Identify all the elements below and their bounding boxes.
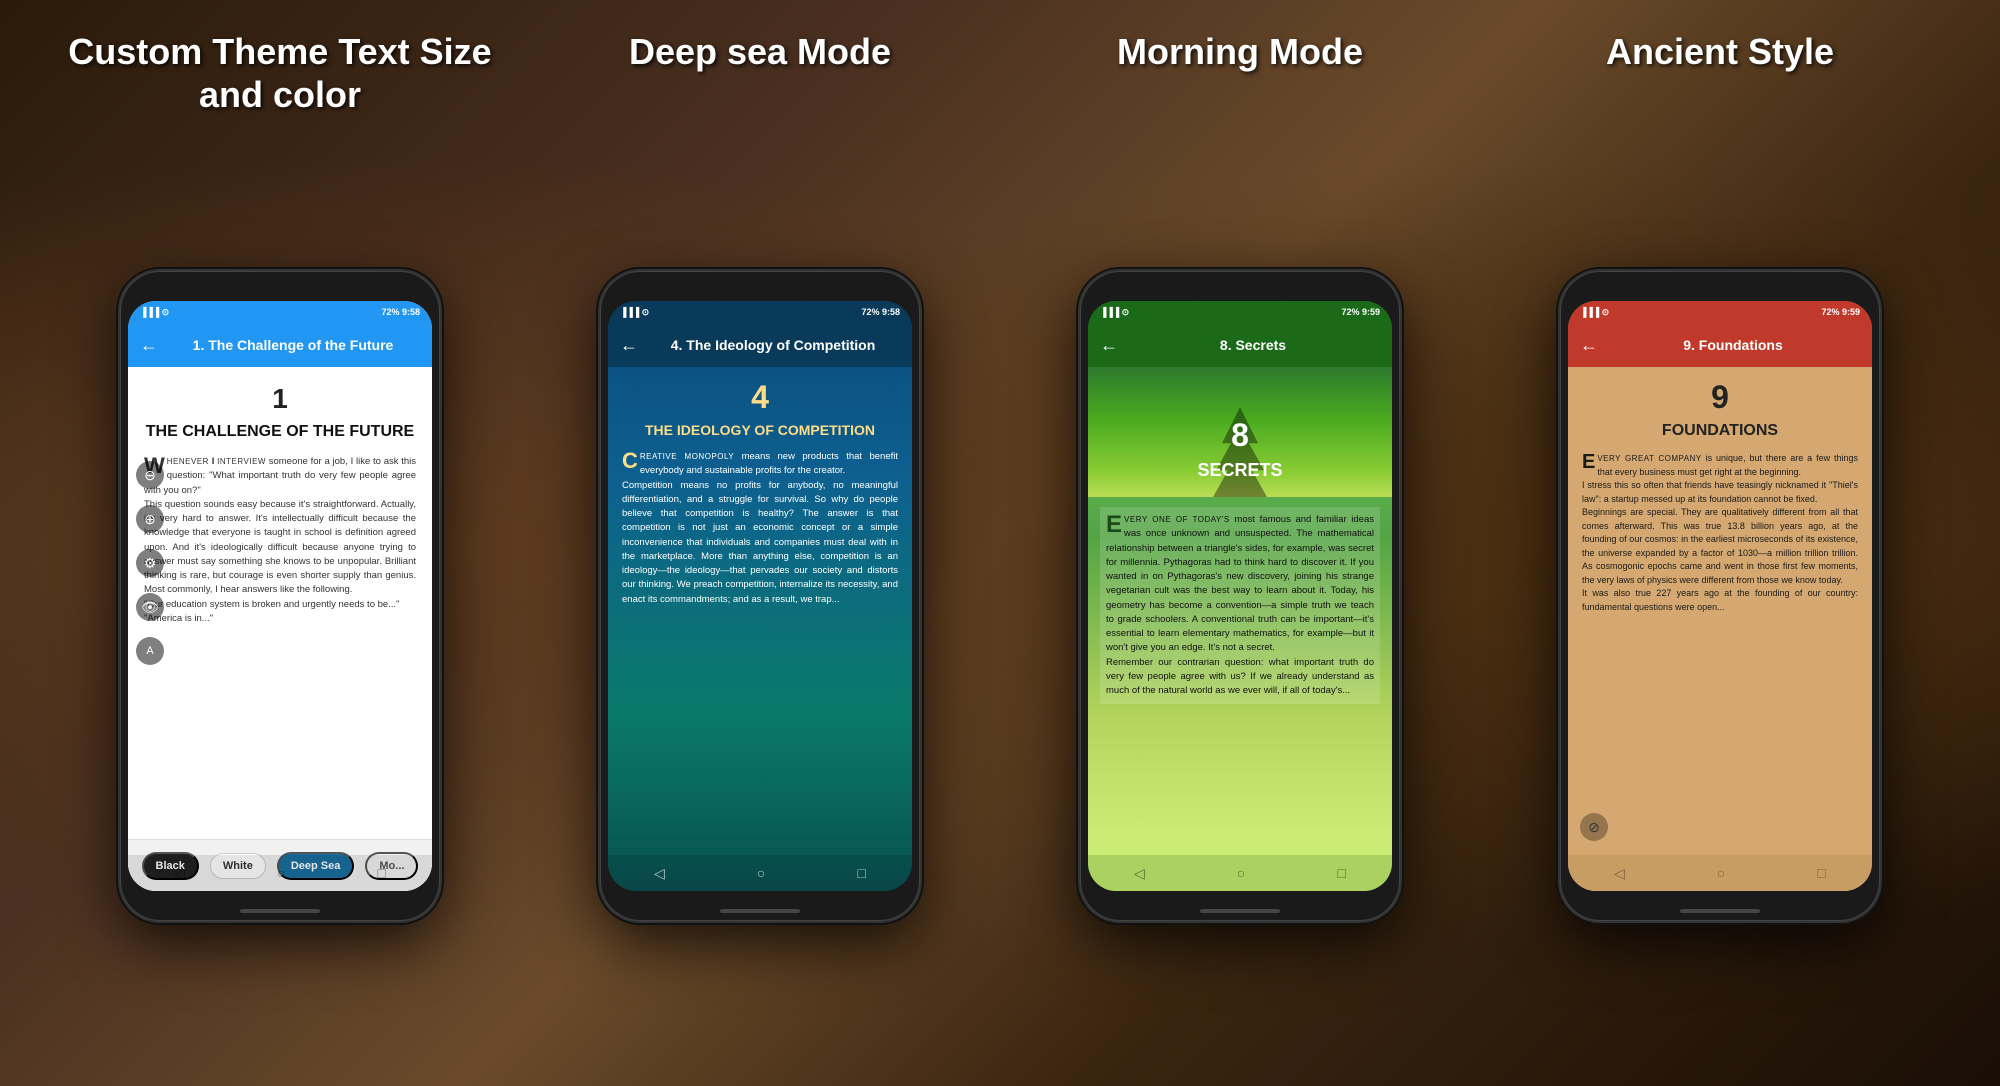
chapter-num-3: 8 — [1150, 417, 1330, 454]
chapter-title-4: FOUNDATIONS — [1582, 422, 1858, 440]
chapter-title-1: THE CHALLENGE OF THE FUTURE — [144, 423, 416, 441]
header-deep-sea: Deep sea Mode — [520, 30, 1000, 116]
tree-image-area: 8 SECRETS — [1088, 367, 1392, 497]
home-nav-icon-4[interactable]: ○ — [1717, 865, 1725, 881]
status-bar-1: ▐▐▐ ⊙ 72% 9:58 — [128, 301, 432, 323]
header-ancient-style: Ancient Style — [1480, 30, 1960, 116]
signal-icons-3: ▐▐▐ ⊙ — [1100, 307, 1129, 318]
back-nav-icon-3[interactable]: ◁ — [1134, 865, 1145, 882]
home-nav-icon-2[interactable]: ○ — [757, 865, 765, 881]
chapter-num-4: 9 — [1582, 379, 1858, 416]
chapter-title-3: SECRETS — [1150, 460, 1330, 481]
home-bar-1 — [240, 909, 320, 913]
app-bar-4: ← 9. Foundations — [1568, 323, 1872, 367]
zoom-out-icon[interactable]: ⊖ — [136, 461, 164, 489]
section-title-2: Deep sea Mode — [520, 30, 1000, 73]
drop-cap-2: C — [622, 450, 638, 472]
home-nav-icon-3[interactable]: ○ — [1237, 865, 1245, 881]
drop-cap-3: E — [1106, 513, 1122, 537]
bottom-nav-2: ◁ ○ □ — [608, 855, 912, 891]
headers-row: Custom Theme Text Size and color Deep se… — [40, 30, 1960, 116]
recents-nav-icon-1[interactable]: □ — [377, 865, 385, 881]
body-text-4: EVERY GREAT COMPANY is unique, but there… — [1582, 452, 1858, 614]
phone-notch-1 — [230, 279, 330, 299]
chapter-num-1: 1 — [144, 383, 416, 415]
body-text-3: EVERY ONE OF TODAY'S most famous and fam… — [1100, 507, 1380, 704]
time-battery-1: 72% 9:58 — [381, 307, 420, 317]
bottom-nav-1: ◁ ○ □ — [128, 855, 432, 891]
phone-deep-sea: ▐▐▐ ⊙ 72% 9:58 ← 4. The Ideology of Comp… — [600, 271, 920, 921]
recents-nav-icon-2[interactable]: □ — [857, 865, 865, 881]
chapter-num-2: 4 — [622, 379, 898, 416]
home-bar-3 — [1200, 909, 1280, 913]
phone-notch-3 — [1190, 279, 1290, 299]
phone-screen-1: ▐▐▐ ⊙ 72% 9:58 ← 1. The Challenge of the… — [128, 301, 432, 891]
signal-icons-2: ▐▐▐ ⊙ — [620, 307, 649, 318]
content-area-4: 9 FOUNDATIONS EVERY GREAT COMPANY is uni… — [1568, 367, 1872, 891]
home-bar-2 — [720, 909, 800, 913]
back-nav-icon-2[interactable]: ◁ — [654, 865, 665, 882]
status-bar-3: ▐▐▐ ⊙ 72% 9:59 — [1088, 301, 1392, 323]
phone-custom-theme: ▐▐▐ ⊙ 72% 9:58 ← 1. The Challenge of the… — [120, 271, 440, 921]
status-bar-4: ▐▐▐ ⊙ 72% 9:59 — [1568, 301, 1872, 323]
back-button-4[interactable]: ← — [1580, 335, 1598, 356]
bottom-nav-3: ◁ ○ □ — [1088, 855, 1392, 891]
time-battery-4: 72% 9:59 — [1821, 307, 1860, 317]
phone-screen-2: ▐▐▐ ⊙ 72% 9:58 ← 4. The Ideology of Comp… — [608, 301, 912, 891]
settings-icon[interactable]: ⚙ — [136, 549, 164, 577]
section-title-1: Custom Theme Text Size and color — [40, 30, 520, 116]
eye-icon[interactable]: 👁 — [136, 593, 164, 621]
section-title-3: Morning Mode — [1000, 30, 1480, 73]
back-button-1[interactable]: ← — [140, 335, 158, 356]
app-bar-3: ← 8. Secrets — [1088, 323, 1392, 367]
zoom-in-icon[interactable]: ⊕ — [136, 505, 164, 533]
status-bar-2: ▐▐▐ ⊙ 72% 9:58 — [608, 301, 912, 323]
phone-ancient-style: ▐▐▐ ⊙ 72% 9:59 ← 9. Foundations 9 FOUNDA… — [1560, 271, 1880, 921]
side-icon-4: ⊘ — [1580, 813, 1608, 841]
back-nav-icon-1[interactable]: ◁ — [174, 865, 185, 882]
home-bar-4 — [1680, 909, 1760, 913]
app-bar-title-2: 4. The Ideology of Competition — [646, 337, 900, 353]
recents-nav-icon-3[interactable]: □ — [1337, 865, 1345, 881]
app-bar-title-3: 8. Secrets — [1126, 337, 1380, 353]
body-text-2: CREATIVE MONOPOLY means new products tha… — [622, 450, 898, 607]
phone-morning-mode: ▐▐▐ ⊙ 72% 9:59 ← 8. Secrets 8 SECRETS — [1080, 271, 1400, 921]
back-button-3[interactable]: ← — [1100, 335, 1118, 356]
recents-nav-icon-4[interactable]: □ — [1817, 865, 1825, 881]
app-bar-1: ← 1. The Challenge of the Future — [128, 323, 432, 367]
body-text-1: WHENEVER I INTERVIEW someone for a job, … — [144, 455, 416, 626]
content-area-2: 4 THE IDEOLOGY OF COMPETITION CREATIVE M… — [608, 367, 912, 891]
back-button-2[interactable]: ← — [620, 335, 638, 356]
phone-notch-2 — [710, 279, 810, 299]
back-nav-icon-4[interactable]: ◁ — [1614, 865, 1625, 882]
bottom-nav-4: ◁ ○ □ — [1568, 855, 1872, 891]
signal-icons-1: ▐▐▐ ⊙ — [140, 307, 169, 318]
phones-row: ▐▐▐ ⊙ 72% 9:58 ← 1. The Challenge of the… — [40, 136, 1960, 1056]
side-controls-1: ⊖ ⊕ ⚙ 👁 A — [136, 461, 164, 665]
phone-notch-4 — [1670, 279, 1770, 299]
drop-cap-4: E — [1582, 452, 1595, 472]
chapter-title-2: THE IDEOLOGY OF COMPETITION — [622, 422, 898, 438]
signal-icons-4: ▐▐▐ ⊙ — [1580, 307, 1609, 318]
app-bar-title-1: 1. The Challenge of the Future — [166, 337, 420, 353]
section-title-4: Ancient Style — [1480, 30, 1960, 73]
phone-screen-3: ▐▐▐ ⊙ 72% 9:59 ← 8. Secrets 8 SECRETS — [1088, 301, 1392, 891]
header-morning-mode: Morning Mode — [1000, 30, 1480, 116]
app-bar-2: ← 4. The Ideology of Competition — [608, 323, 912, 367]
home-nav-icon-1[interactable]: ○ — [277, 865, 285, 881]
header-custom-theme: Custom Theme Text Size and color — [40, 30, 520, 116]
content-area-3: EVERY ONE OF TODAY'S most famous and fam… — [1088, 497, 1392, 891]
font-icon[interactable]: A — [136, 637, 164, 665]
app-bar-title-4: 9. Foundations — [1606, 337, 1860, 353]
phone-screen-4: ▐▐▐ ⊙ 72% 9:59 ← 9. Foundations 9 FOUNDA… — [1568, 301, 1872, 891]
time-battery-2: 72% 9:58 — [861, 307, 900, 317]
content-area-1: 1 THE CHALLENGE OF THE FUTURE WHENEVER I… — [128, 367, 432, 891]
settings-icon-4[interactable]: ⊘ — [1580, 813, 1608, 841]
time-battery-3: 72% 9:59 — [1341, 307, 1380, 317]
